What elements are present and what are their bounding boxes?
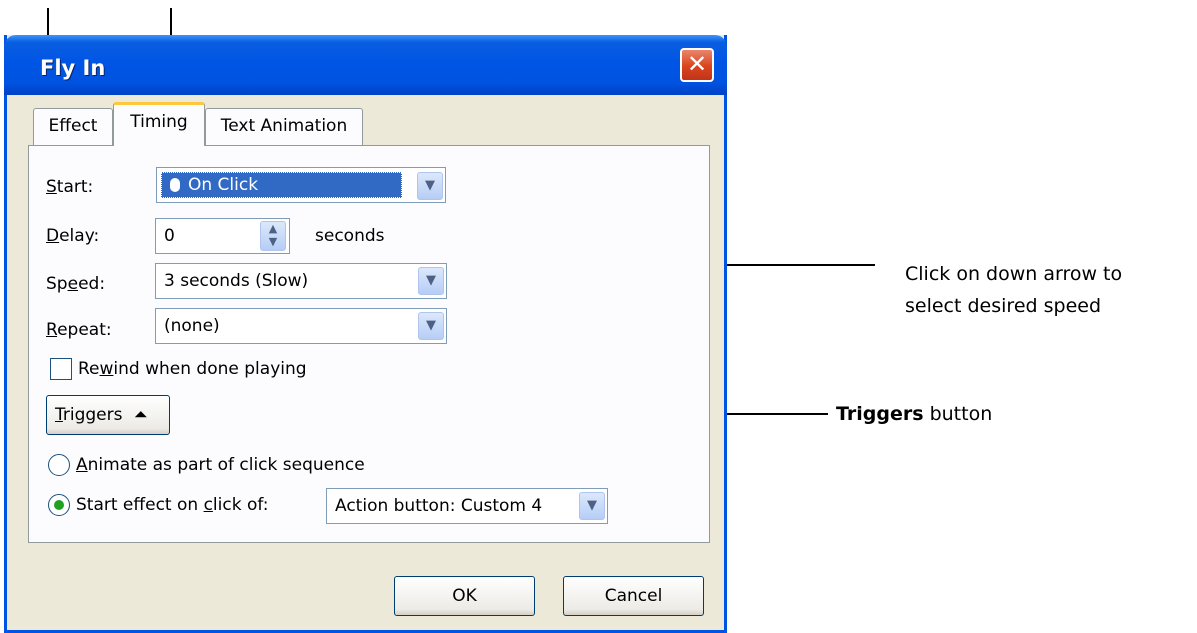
cancel-button[interactable]: Cancel — [563, 576, 704, 616]
close-button[interactable]: ✕ — [680, 48, 714, 82]
speed-dropdown-arrow[interactable]: ▼ — [418, 267, 444, 295]
click-of-dropdown[interactable]: Action button: Custom 4 ▼ — [326, 488, 608, 524]
start-value: On Click — [188, 175, 259, 195]
delay-value: 0 — [164, 226, 175, 246]
tab-timing[interactable]: Timing — [113, 102, 205, 146]
triggers-button[interactable]: Triggers ⏶ — [46, 395, 170, 435]
start-selected: On Click — [161, 172, 402, 198]
collapse-icon: ⏶ — [133, 405, 148, 425]
triggers-callout-rest: button — [923, 403, 993, 425]
start-dropdown[interactable]: On Click ▼ — [156, 167, 446, 203]
click-of-value: Action button: Custom 4 — [335, 496, 543, 516]
close-icon: ✕ — [686, 50, 708, 78]
speed-label: Speed: — [46, 274, 106, 294]
start-on-click-radio[interactable] — [48, 494, 70, 516]
delay-unit: seconds — [315, 226, 385, 246]
ok-button[interactable]: OK — [394, 576, 535, 616]
speed-dropdown[interactable]: 3 seconds (Slow) ▼ — [155, 263, 447, 299]
repeat-label: Repeat: — [46, 320, 112, 340]
tab-text-animation[interactable]: Text Animation — [205, 108, 363, 146]
start-dropdown-arrow[interactable]: ▼ — [417, 172, 443, 200]
speed-callout-line1: Click on down arrow to — [905, 263, 1123, 285]
dialog-title: Fly In — [40, 56, 106, 80]
rewind-checkbox[interactable] — [50, 358, 72, 380]
speed-callout-line2: select desired speed — [905, 295, 1102, 317]
repeat-value: (none) — [164, 316, 220, 336]
spin-down-icon: ▼ — [268, 235, 278, 248]
triggers-callout-bold: Triggers — [836, 403, 924, 425]
title-bar — [4, 35, 727, 95]
animate-radio-label: Animate as part of click sequence — [76, 455, 365, 475]
delay-label: Delay: — [46, 226, 100, 246]
delay-spinner[interactable]: ▲ ▼ — [260, 221, 286, 251]
rewind-label: Rewind when done playing — [78, 359, 307, 379]
tab-effect[interactable]: Effect — [33, 108, 113, 146]
repeat-dropdown[interactable]: (none) ▼ — [155, 308, 447, 344]
speed-callout: Click on down arrow to select desired sp… — [905, 258, 1122, 322]
click-of-dropdown-arrow[interactable]: ▼ — [579, 492, 605, 520]
speed-value: 3 seconds (Slow) — [164, 271, 309, 291]
triggers-callout: Triggers button — [836, 398, 992, 430]
repeat-dropdown-arrow[interactable]: ▼ — [418, 312, 444, 340]
spin-up-icon: ▲ — [268, 222, 278, 235]
animate-radio[interactable] — [48, 454, 70, 476]
triggers-button-label: Triggers — [55, 405, 123, 425]
mouse-icon — [170, 178, 180, 192]
start-label: Start: — [46, 177, 94, 197]
start-on-click-label: Start effect on click of: — [76, 495, 269, 515]
timing-panel — [28, 145, 710, 543]
